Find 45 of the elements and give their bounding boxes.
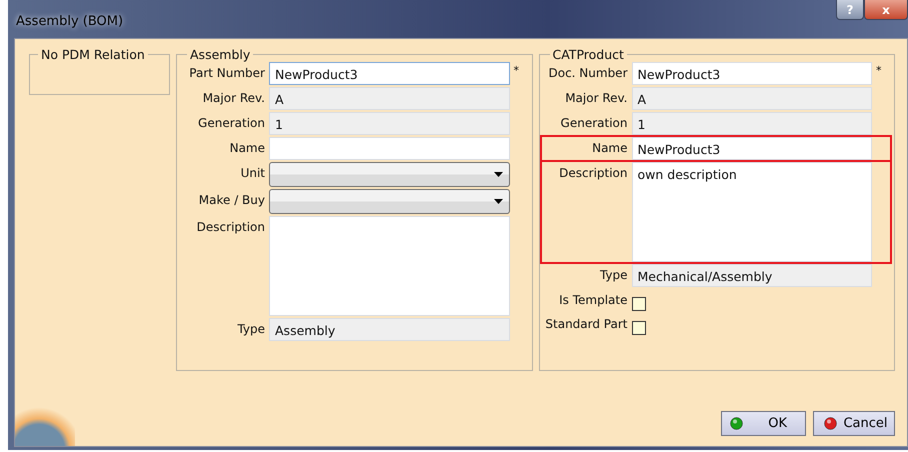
group-title: Assembly [189,47,252,62]
window-title: Assembly (BOM) [16,14,124,29]
text-field[interactable]: NewProduct3 [632,137,872,160]
checkbox[interactable] [632,297,646,311]
status-dot-icon [824,417,838,430]
status-dot-icon [730,417,743,430]
dropdown[interactable] [269,162,510,187]
readonly-field: 1 [632,112,872,135]
checkbox[interactable] [632,321,646,335]
ok-button[interactable]: OK [721,411,806,436]
readonly-field: Assembly [269,318,510,341]
description-field[interactable]: own description [632,162,872,262]
field-label: Description [196,219,265,234]
group-title: No PDM Relation [40,47,146,62]
group-title: CATProduct [552,47,625,62]
field-label: Make / Buy [198,192,265,207]
field-label: Major Rev. [202,90,265,105]
caret-icon [494,199,502,204]
readonly-field: A [269,87,510,110]
field-label: Is Template [558,292,628,307]
field-label: Name [591,140,628,155]
field-label: Standard Part [544,316,628,331]
readonly-field: 1 [269,112,510,135]
field-label: Type [598,267,628,282]
readonly-field: A [632,87,872,110]
required-mark: * [514,63,520,77]
field-label: Major Rev. [564,90,628,105]
readonly-field: Mechanical/Assembly [632,264,872,287]
field-label: Name [228,140,265,155]
required-mark: * [876,63,882,77]
field-label: Doc. Number [547,65,628,80]
caret-icon [494,172,502,177]
globe-logo-icon [15,406,75,446]
text-field[interactable] [269,137,510,160]
field-label: Unit [240,165,265,180]
text-field[interactable]: NewProduct3 [632,62,872,85]
cancel-button[interactable]: Cancel [813,411,895,436]
description-field[interactable] [269,216,510,316]
field-label: Generation [560,115,628,130]
field-label: Part Number [188,65,265,80]
field-label: Description [558,165,628,180]
field-label: Generation [197,115,265,130]
text-field[interactable]: NewProduct3 [269,62,510,85]
dropdown[interactable] [269,189,510,214]
field-label: Type [236,321,265,336]
